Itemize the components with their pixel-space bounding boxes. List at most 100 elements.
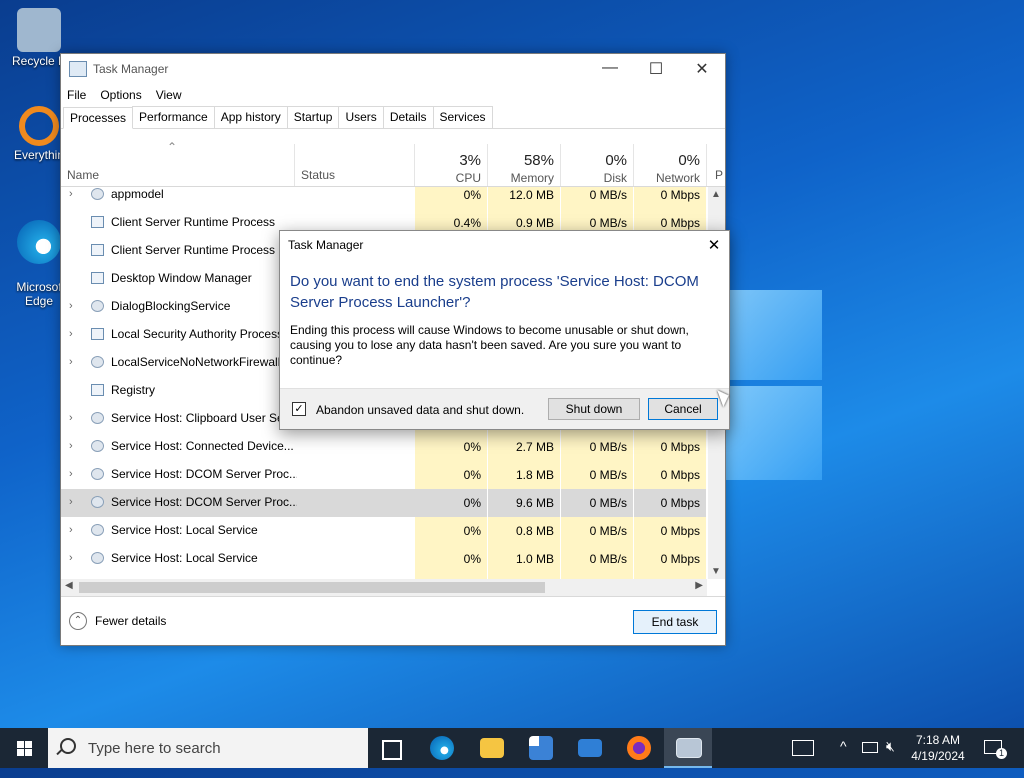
tab-users[interactable]: Users [338, 106, 384, 128]
column-memory[interactable]: 58% Memory [488, 144, 561, 186]
expand-chevron-icon[interactable]: › [69, 468, 73, 480]
process-row[interactable]: › Service Host: DCOM Server Proc... 0% 1.8 … [61, 461, 707, 489]
scroll-right-icon[interactable]: ▶ [695, 580, 703, 591]
store-icon[interactable] [529, 736, 553, 760]
file-explorer-icon[interactable] [480, 738, 504, 758]
expand-chevron-icon[interactable]: › [69, 300, 73, 312]
task-manager-taskbar-icon[interactable] [676, 738, 702, 758]
service-gear-icon [91, 468, 104, 480]
news-icon[interactable] [792, 740, 814, 756]
scroll-up-icon[interactable]: ▲ [711, 189, 721, 200]
memory-cell: 9.6 MB [488, 489, 561, 517]
windows-start-icon-pane [25, 749, 32, 756]
expand-chevron-icon[interactable]: › [69, 552, 73, 564]
scroll-left-icon[interactable]: ◀ [65, 580, 73, 591]
horizontal-scrollbar[interactable]: ◀ ▶ [61, 579, 707, 596]
cpu-cell: 0% [415, 489, 488, 517]
tab-performance[interactable]: Performance [132, 106, 215, 128]
tab-processes[interactable]: Processes [63, 107, 134, 129]
abandon-data-label[interactable]: Abandon unsaved data and shut down. [316, 403, 524, 417]
notification-count-badge: 1 [996, 748, 1007, 759]
abandon-data-checkbox[interactable]: ✓ [292, 402, 306, 416]
expand-chevron-icon[interactable]: › [69, 496, 73, 508]
column-power[interactable]: P [707, 144, 725, 186]
expand-chevron-icon[interactable]: › [69, 328, 73, 340]
tab-app-history[interactable]: App history [213, 106, 288, 128]
end-task-button[interactable]: End task [633, 610, 717, 634]
cpu-cell: 0% [415, 545, 488, 573]
process-row[interactable]: › Service Host: Connected Device... 0% 2.7 … [61, 433, 707, 461]
service-gear-icon [91, 552, 104, 564]
memory-cell: 2.7 MB [488, 433, 561, 461]
maximize-button[interactable]: ☐ [633, 59, 679, 79]
shut-down-button[interactable]: Shut down [548, 398, 640, 420]
process-row[interactable]: › Service Host: Local Service 0% 0.8 MB 0 MB… [61, 517, 707, 545]
fewer-details-toggle[interactable]: ⌃ Fewer details [69, 612, 166, 630]
service-gear-icon [91, 412, 104, 424]
notification-center-icon[interactable]: 1 [984, 740, 1007, 759]
windows-logo-wallpaper [726, 290, 822, 480]
disk-cell: 0 MB/s [561, 517, 634, 545]
start-button[interactable] [0, 728, 48, 768]
disk-cell: 0 MB/s [561, 433, 634, 461]
process-window-icon [91, 328, 104, 340]
network-icon[interactable] [862, 742, 878, 753]
minimize-button[interactable]: — [587, 59, 633, 79]
network-cell: 0 Mbps [634, 489, 707, 517]
process-row[interactable]: › appmodel 0% 12.0 MB 0 MB/s 0 Mbps [61, 187, 707, 209]
column-name[interactable]: ⌃ Name [61, 140, 295, 186]
network-cell: 0 Mbps [634, 517, 707, 545]
process-name: Client Server Runtime Process [111, 243, 276, 257]
close-button[interactable]: ✕ [679, 59, 725, 79]
dialog-title: Task Manager [288, 238, 364, 252]
menu-view[interactable]: View [156, 88, 182, 102]
dialog-title-bar: Task Manager ✕ [280, 231, 729, 259]
expand-chevron-icon[interactable]: › [69, 524, 73, 536]
process-name: Service Host: Clipboard User Ser [111, 411, 288, 425]
taskbar: Type here to search ^ 🔇︎ 7:18 AM 4/19/20… [0, 728, 1024, 768]
service-gear-icon [91, 356, 104, 368]
menu-options[interactable]: Options [100, 88, 141, 102]
edge-icon [17, 220, 61, 264]
sort-up-icon: ⌃ [167, 140, 178, 154]
process-name: Service Host: DCOM Server Proc... [111, 495, 297, 509]
column-disk[interactable]: 0% Disk [561, 144, 634, 186]
taskbar-search-box[interactable]: Type here to search [48, 728, 368, 768]
search-placeholder: Type here to search [88, 740, 221, 757]
tab-startup[interactable]: Startup [286, 106, 340, 128]
disk-cell: 0 MB/s [561, 461, 634, 489]
process-row[interactable]: › Service Host: DCOM Server Proc... 0% 9.6 … [61, 489, 707, 517]
expand-chevron-icon[interactable]: › [69, 412, 73, 424]
dialog-main-instruction: Do you want to end the system process 'S… [290, 273, 699, 311]
title-bar: Task Manager — ☐ ✕ [61, 54, 725, 84]
tab-details[interactable]: Details [382, 106, 434, 128]
process-name: appmodel [111, 187, 164, 201]
process-window-icon [91, 384, 104, 396]
cpu-cell: 0% [415, 433, 488, 461]
tab-services[interactable]: Services [432, 106, 493, 128]
task-manager-icon [69, 61, 87, 77]
scroll-down-icon[interactable]: ▼ [711, 566, 721, 577]
clock-date: 4/19/2024 [911, 749, 965, 763]
dialog-close-button[interactable]: ✕ [699, 236, 729, 254]
column-status[interactable]: Status [295, 144, 415, 186]
task-view-icon[interactable] [382, 740, 402, 760]
expand-chevron-icon[interactable]: › [69, 188, 73, 200]
column-network[interactable]: 0% Network [634, 144, 707, 186]
menu-file[interactable]: File [67, 88, 86, 102]
expand-chevron-icon[interactable]: › [69, 356, 73, 368]
edge-taskbar-icon[interactable] [430, 736, 454, 760]
chevron-up-icon[interactable]: ^ [840, 738, 847, 778]
cancel-button[interactable]: Cancel [648, 398, 718, 420]
service-gear-icon [91, 300, 104, 312]
mail-icon[interactable] [578, 739, 602, 757]
clock[interactable]: 7:18 AM 4/19/2024 [906, 732, 970, 764]
horizontal-scroll-thumb[interactable] [79, 582, 545, 593]
process-row[interactable]: › Service Host: Local Service 0% 1.0 MB 0 MB… [61, 545, 707, 573]
firefox-icon[interactable] [627, 736, 651, 760]
volume-muted-icon[interactable]: 🔇︎ [886, 738, 895, 778]
column-cpu[interactable]: 3% CPU [415, 144, 488, 186]
process-name: Service Host: DCOM Server Proc... [111, 467, 297, 481]
expand-chevron-icon[interactable]: › [69, 440, 73, 452]
service-gear-icon [91, 496, 104, 508]
